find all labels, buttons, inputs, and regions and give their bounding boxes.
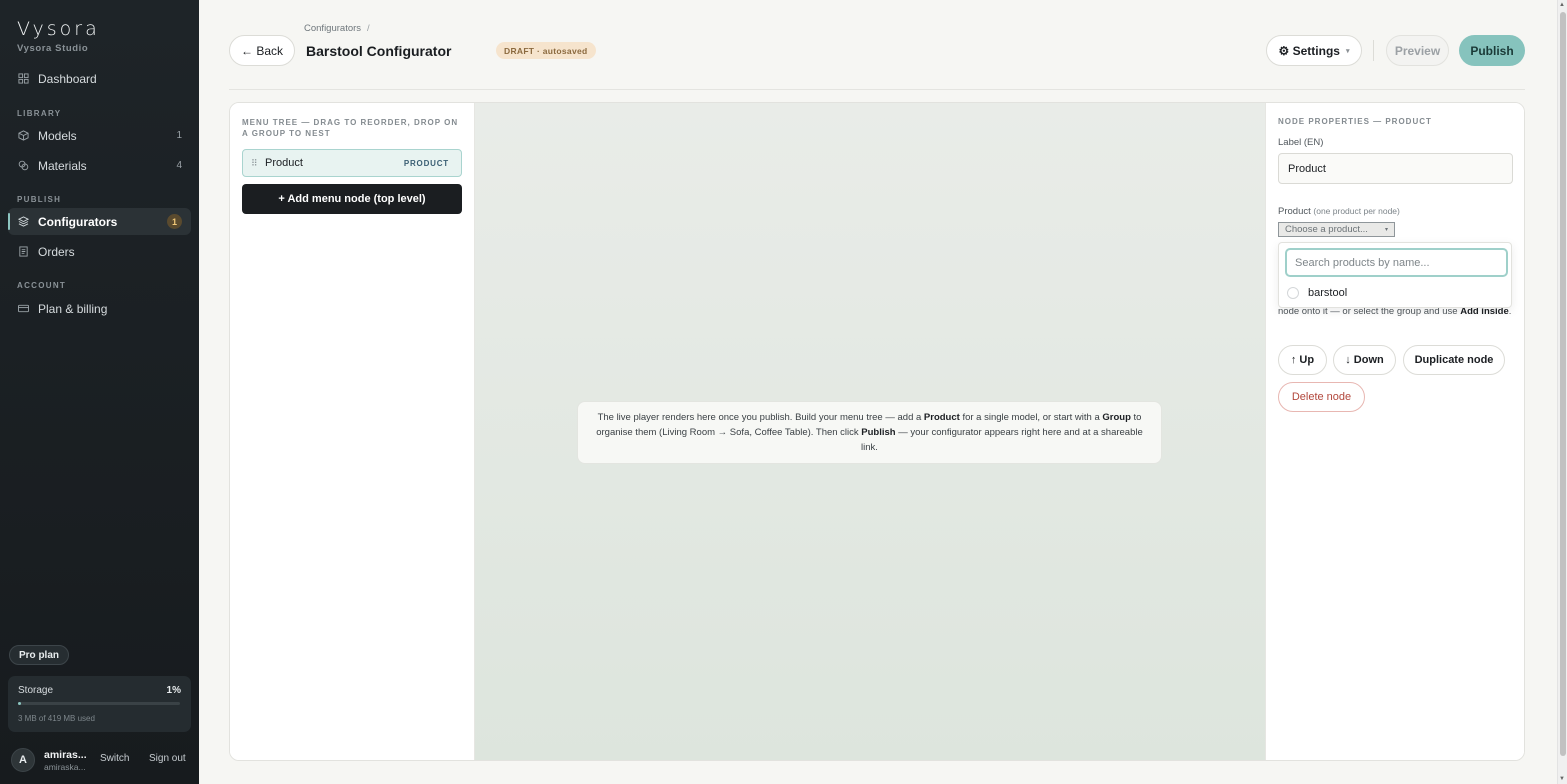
radio-icon [1287,287,1299,299]
status-badge: DRAFT · autosaved [496,42,596,59]
move-down-button[interactable]: ↓ Down [1333,345,1396,375]
menu-tree-panel: MENU TREE — DRAG TO REORDER, DROP ON A G… [230,103,475,760]
sidebar-item-plan-billing[interactable]: Plan & billing [8,295,191,322]
sidebar-item-dashboard[interactable]: Dashboard [8,65,191,92]
message-text: The live player renders here once you pu… [597,412,924,423]
label-input[interactable]: Product [1278,153,1513,184]
scrollbar-thumb[interactable] [1560,12,1566,756]
header-divider [1373,40,1374,61]
message-bold-publish: Publish [861,427,896,438]
cube-icon [18,130,29,141]
nav-section-library: LIBRARY [17,109,62,118]
sidebar-item-orders[interactable]: Orders [8,238,191,265]
storage-progress-fill [18,702,22,705]
sidebar-item-models[interactable]: Models 1 [8,122,191,149]
player-canvas: The live player renders here once you pu… [475,103,1265,760]
sidebar-item-configurators[interactable]: Configurators 1 [8,208,191,235]
page-title: Barstool Configurator [306,43,452,59]
message-bold-product: Product [923,412,960,423]
brand-subtitle: Vysora Studio [17,43,89,54]
storage-card: Storage 1% 3 MB of 419 MB used [8,676,191,732]
layers-icon [18,216,29,227]
sidebar-item-label: Plan & billing [38,301,108,316]
product-field-hint: (one product per node) [1313,206,1400,216]
product-field-label: Product (one product per node) [1278,206,1400,217]
sidebar-item-label: Models [38,128,77,143]
chevron-down-icon: ▾ [1345,47,1350,55]
delete-node-button[interactable]: Delete node [1278,382,1365,412]
settings-button[interactable]: ⚙ Settings ▾ [1266,35,1362,66]
sidebar-item-label: Materials [38,158,87,173]
user-name: amiras... [44,749,87,761]
message-bold-group: Group [1102,412,1131,423]
message-text: for a single model, or start with a [959,412,1103,423]
storage-used-text: 3 MB of 419 MB used [18,714,95,723]
tree-node-label: Product [265,157,303,169]
sign-out-button[interactable]: Sign out [149,753,186,764]
breadcrumb: Configurators / [304,23,370,34]
storage-label: Storage [18,685,54,696]
receipt-icon [18,246,29,257]
menu-tree-heading: MENU TREE — DRAG TO REORDER, DROP ON A G… [242,118,459,138]
chevron-down-icon: ▾ [1384,227,1388,233]
nav-section-account: ACCOUNT [17,281,67,290]
product-select[interactable]: Choose a product... ▾ [1278,222,1395,237]
grid-icon [18,73,29,84]
avatar[interactable]: A [11,748,35,772]
models-count: 1 [176,130,182,141]
breadcrumb-configurators-link[interactable]: Configurators [304,23,361,34]
properties-heading: NODE PROPERTIES — PRODUCT [1278,117,1432,126]
user-email: amiraska... [44,762,86,772]
page-scrollbar[interactable]: ▲ ▼ [1557,0,1567,784]
credit-card-icon [18,303,29,314]
nav-section-publish: PUBLISH [17,195,62,204]
sidebar-item-materials[interactable]: Materials 4 [8,152,191,179]
preview-button[interactable]: Preview [1386,35,1449,66]
sidebar-item-label: Configurators [38,214,118,229]
duplicate-node-button[interactable]: Duplicate node [1403,345,1505,375]
storage-progress-bar [18,702,180,705]
header-divider-line [229,89,1525,90]
storage-percent: 1% [166,685,181,696]
user-row: A amiras... amiraska... Switch Sign out [11,746,196,774]
add-menu-node-button[interactable]: + Add menu node (top level) [242,184,462,214]
sidebar-item-label: Orders [38,244,75,259]
sidebar: Vysora Vysora Studio Dashboard LIBRARY M… [0,0,199,784]
canvas-empty-message: The live player renders here once you pu… [577,401,1162,464]
node-properties-panel: NODE PROPERTIES — PRODUCT Label (EN) Pro… [1265,103,1524,760]
publish-button[interactable]: Publish [1459,35,1525,66]
drag-handle-icon[interactable]: ⠿ [251,158,265,169]
breadcrumb-separator: / [367,23,370,34]
settings-label: ⚙ Settings [1278,43,1340,58]
materials-icon [18,160,29,171]
switch-account-button[interactable]: Switch [100,753,129,764]
scroll-down-arrow-icon[interactable]: ▼ [1559,776,1565,782]
sidebar-item-label: Dashboard [38,71,97,86]
scroll-up-arrow-icon[interactable]: ▲ [1559,2,1565,8]
move-up-button[interactable]: ↑ Up [1278,345,1327,375]
configurators-count-badge: 1 [167,214,182,229]
back-button[interactable]: ← Back [229,35,295,66]
product-option-label: barstool [1308,287,1348,299]
product-dropdown: barstool [1278,242,1512,308]
product-search-input[interactable] [1285,248,1508,277]
message-text: — your configurator appears right here a… [861,427,1143,453]
label-field-label: Label (EN) [1278,137,1324,148]
brand-logo[interactable]: Vysora [17,18,100,40]
materials-count: 4 [176,160,182,171]
plan-badge[interactable]: Pro plan [9,645,70,665]
product-label-text: Product [1278,206,1311,217]
product-option[interactable]: barstool [1287,287,1347,299]
tree-node-product[interactable]: ⠿ Product PRODUCT [242,149,462,177]
product-select-value: Choose a product... [1285,224,1368,235]
tree-node-type-tag: PRODUCT [403,158,449,168]
workspace: MENU TREE — DRAG TO REORDER, DROP ON A G… [229,102,1525,761]
